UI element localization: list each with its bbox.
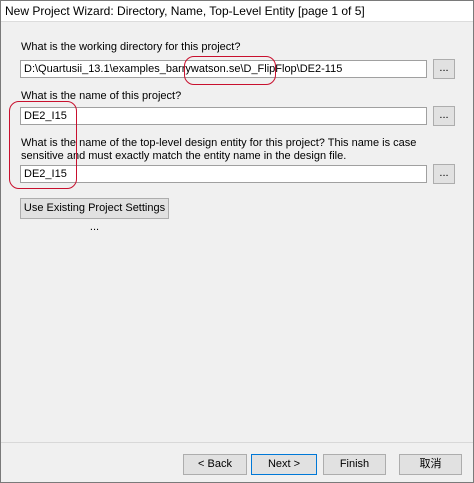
cancel-button[interactable]: 取消 bbox=[399, 454, 462, 475]
title-bar: New Project Wizard: Directory, Name, Top… bbox=[1, 1, 473, 22]
project-name-input[interactable]: DE2_I15 bbox=[20, 107, 427, 125]
use-existing-settings-button[interactable]: Use Existing Project Settings ... bbox=[20, 198, 169, 233]
top-level-entity-input[interactable]: DE2_I15 bbox=[20, 165, 427, 183]
wizard-footer: < Back Next > Finish 取消 bbox=[1, 443, 473, 482]
next-button[interactable]: Next > bbox=[251, 454, 317, 475]
top-level-entity-label: What is the name of the top-level design… bbox=[21, 137, 417, 162]
project-name-browse-button[interactable]: ... bbox=[433, 106, 455, 126]
top-level-entity-browse-button[interactable]: ... bbox=[433, 164, 455, 184]
new-project-wizard-window: New Project Wizard: Directory, Name, Top… bbox=[0, 0, 474, 483]
window-title: New Project Wizard: Directory, Name, Top… bbox=[5, 4, 365, 18]
working-directory-browse-button[interactable]: ... bbox=[433, 59, 455, 79]
name-highlight-annotation bbox=[9, 101, 77, 189]
back-button[interactable]: < Back bbox=[183, 454, 247, 475]
directory-highlight-annotation bbox=[184, 56, 276, 85]
finish-button[interactable]: Finish bbox=[323, 454, 386, 475]
working-directory-label: What is the working directory for this p… bbox=[21, 41, 241, 53]
